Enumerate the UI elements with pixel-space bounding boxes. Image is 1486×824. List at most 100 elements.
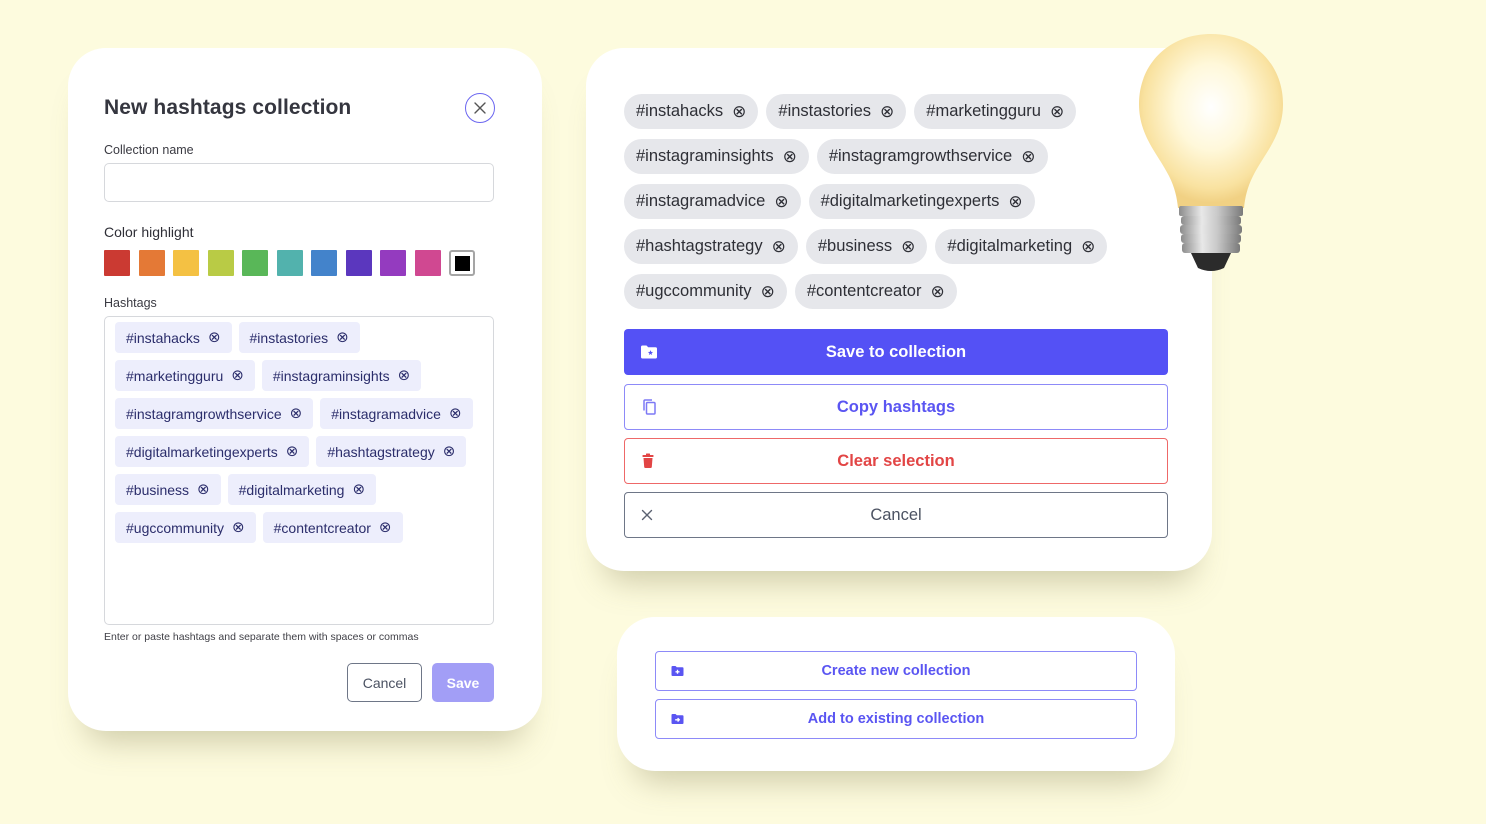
remove-hashtag-icon[interactable]: ⊗ <box>208 330 221 345</box>
color-highlight-label: Color highlight <box>104 224 194 240</box>
hashtag-chip: #contentcreator ⊗ <box>262 512 403 543</box>
hashtag-label: #marketingguru <box>126 367 224 384</box>
remove-hashtag-icon[interactable]: ⊗ <box>930 283 944 300</box>
new-collection-dialog: New hashtags collection Collection name … <box>68 48 542 731</box>
hashtag-label: #hashtagstrategy <box>327 443 435 460</box>
hashtag-label: #contentcreator <box>806 282 922 300</box>
hashtag-label: #instagramadvice <box>331 405 441 422</box>
remove-hashtag-icon[interactable]: ⊗ <box>732 103 746 120</box>
close-dialog-button[interactable] <box>465 93 495 123</box>
remove-hashtag-icon[interactable]: ⊗ <box>336 330 349 345</box>
cancel-selection-button[interactable]: Cancel <box>624 492 1168 538</box>
copy-hashtags-button[interactable]: Copy hashtags <box>624 384 1168 430</box>
create-new-collection-button[interactable]: Create new collection <box>655 651 1137 691</box>
color-swatch[interactable] <box>449 250 475 276</box>
collection-name-input[interactable] <box>104 163 494 202</box>
remove-hashtag-icon[interactable]: ⊗ <box>286 444 299 459</box>
hashtag-label: #hashtagstrategy <box>636 237 763 255</box>
color-swatch[interactable] <box>311 250 337 276</box>
hashtag-chip: #digitalmarketingexperts ⊗ <box>808 184 1035 219</box>
hashtag-chip: #instagramgrowthservice ⊗ <box>816 139 1048 174</box>
hashtag-chip: #contentcreator ⊗ <box>794 274 957 309</box>
remove-hashtag-icon[interactable]: ⊗ <box>1050 103 1064 120</box>
hashtag-chip: #instastories ⊗ <box>238 322 360 353</box>
hashtag-chip: #digitalmarketingexperts ⊗ <box>115 436 310 467</box>
remove-hashtag-icon[interactable]: ⊗ <box>398 368 411 383</box>
hashtag-chip: #business ⊗ <box>805 229 928 264</box>
cancel-button[interactable]: Cancel <box>347 663 422 702</box>
hashtag-chip: #digitalmarketing ⊗ <box>227 474 377 505</box>
hashtag-label: #instahacks <box>126 329 200 346</box>
remove-hashtag-icon[interactable]: ⊗ <box>772 238 786 255</box>
color-swatch[interactable] <box>414 250 441 276</box>
hashtag-chip: #business ⊗ <box>115 474 221 505</box>
remove-hashtag-icon[interactable]: ⊗ <box>901 238 915 255</box>
remove-hashtag-icon[interactable]: ⊗ <box>449 406 462 421</box>
remove-hashtag-icon[interactable]: ⊗ <box>761 283 775 300</box>
color-swatches <box>104 250 475 276</box>
remove-hashtag-icon[interactable]: ⊗ <box>1081 238 1095 255</box>
close-icon <box>474 102 486 114</box>
color-swatch[interactable] <box>104 250 130 276</box>
remove-hashtag-icon[interactable]: ⊗ <box>774 193 788 210</box>
clear-selection-label: Clear selection <box>837 451 955 470</box>
hashtag-label: #instastories <box>249 329 329 346</box>
hashtag-label: #digitalmarketingexperts <box>126 443 278 460</box>
hashtag-chip: #instahacks ⊗ <box>624 94 759 129</box>
remove-hashtag-icon[interactable]: ⊗ <box>290 406 303 421</box>
remove-hashtag-icon[interactable]: ⊗ <box>232 520 245 535</box>
remove-hashtag-icon[interactable]: ⊗ <box>231 368 244 383</box>
hashtag-chip: #instagramadvice ⊗ <box>624 184 801 219</box>
hashtag-label: #digitalmarketing <box>947 237 1073 255</box>
color-swatch[interactable] <box>207 250 234 276</box>
hashtag-label: #instagraminsights <box>272 367 390 384</box>
color-swatch[interactable] <box>173 250 199 276</box>
hashtag-chip: #ugccommunity ⊗ <box>624 274 787 309</box>
selected-color-fill <box>454 255 470 271</box>
folder-arrow-icon <box>671 714 684 725</box>
hashtag-chip: #instagramadvice ⊗ <box>320 398 473 429</box>
remove-hashtag-icon[interactable]: ⊗ <box>783 148 797 165</box>
remove-hashtag-icon[interactable]: ⊗ <box>197 482 210 497</box>
hashtag-chip: #instagramgrowthservice ⊗ <box>115 398 314 429</box>
save-button[interactable]: Save <box>432 663 494 702</box>
trash-icon <box>641 453 655 469</box>
hashtag-label: #instagraminsights <box>636 147 774 165</box>
remove-hashtag-icon[interactable]: ⊗ <box>352 482 365 497</box>
color-swatch[interactable] <box>138 250 165 276</box>
copy-icon <box>641 399 657 416</box>
hashtag-label: #digitalmarketing <box>238 481 345 498</box>
remove-hashtag-icon[interactable]: ⊗ <box>443 444 456 459</box>
remove-hashtag-icon[interactable]: ⊗ <box>1008 193 1022 210</box>
hashtag-label: #ugccommunity <box>636 282 752 300</box>
save-to-collection-button[interactable]: Save to collection <box>624 329 1168 375</box>
remove-hashtag-icon[interactable]: ⊗ <box>379 520 392 535</box>
hashtag-chip: #instastories ⊗ <box>766 94 907 129</box>
color-swatch[interactable] <box>276 250 303 276</box>
folder-star-icon <box>640 345 658 360</box>
clear-selection-button[interactable]: Clear selection <box>624 438 1168 484</box>
color-swatch[interactable] <box>242 250 268 276</box>
hashtag-selection-panel: #instahacks ⊗ #instastories ⊗ #marketingguru… <box>586 48 1212 571</box>
hashtag-label: #ugccommunity <box>126 519 225 536</box>
hashtags-input[interactable]: #instahacks ⊗ #instastories ⊗ #marketingguru… <box>104 316 494 625</box>
hashtag-label: #digitalmarketingexperts <box>820 192 1000 210</box>
collection-actions-panel: Create new collection Add to existing co… <box>617 617 1175 771</box>
hashtag-chip: #digitalmarketing ⊗ <box>935 229 1108 264</box>
add-to-existing-collection-button[interactable]: Add to existing collection <box>655 699 1137 739</box>
hashtag-label: #instagramadvice <box>636 192 766 210</box>
color-swatch[interactable] <box>380 250 406 276</box>
hashtag-chip: #instagraminsights ⊗ <box>624 139 809 174</box>
hashtags-help-text: Enter or paste hashtags and separate the… <box>104 631 419 643</box>
close-icon <box>641 509 653 521</box>
remove-hashtag-icon[interactable]: ⊗ <box>880 103 894 120</box>
hashtag-chip: #hashtagstrategy ⊗ <box>624 229 798 264</box>
dialog-title: New hashtags collection <box>104 96 352 119</box>
hashtag-label: #business <box>817 237 893 255</box>
color-swatch[interactable] <box>345 250 372 276</box>
cancel-selection-label: Cancel <box>870 505 922 524</box>
hashtags-label: Hashtags <box>104 296 157 310</box>
remove-hashtag-icon[interactable]: ⊗ <box>1021 148 1035 165</box>
hashtag-chip: #instagraminsights ⊗ <box>261 360 422 391</box>
hashtag-label: #business <box>126 481 190 498</box>
